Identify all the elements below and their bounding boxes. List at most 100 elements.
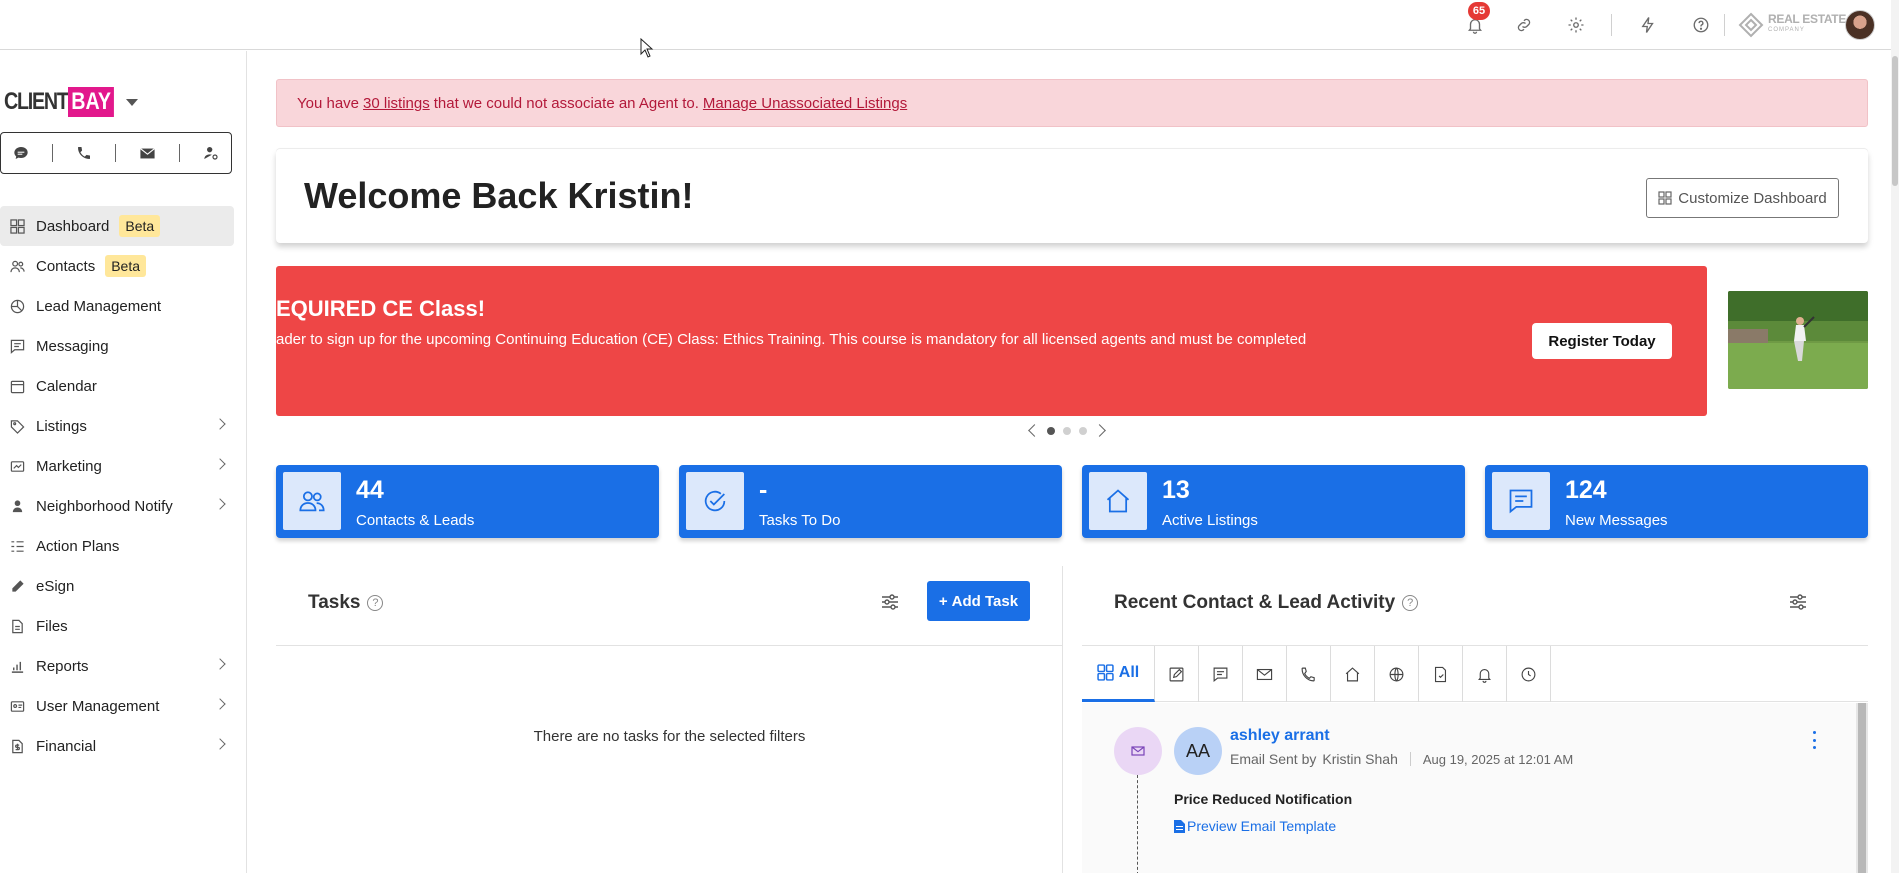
sidebar-item-lead-management[interactable]: Lead Management (0, 286, 234, 326)
sidebar-item-label: Marketing (36, 457, 102, 475)
next-slide-thumbnail[interactable] (1728, 291, 1868, 389)
plus-icon: + (938, 592, 948, 610)
sidebar-item-label: Action Plans (36, 537, 120, 555)
stat-card-listings[interactable]: 13 Active Listings (1082, 465, 1465, 538)
chevron-right-icon[interactable] (214, 498, 226, 510)
check-circle-icon (686, 472, 744, 530)
chevron-right-icon[interactable] (214, 698, 226, 710)
client-bay-logo[interactable]: CLIENT BAY (4, 87, 138, 117)
carousel-dot[interactable] (1047, 426, 1055, 435)
grid-icon (1097, 664, 1114, 681)
tab-emails[interactable] (1243, 646, 1287, 702)
id-card-icon (10, 701, 25, 712)
tab-web[interactable] (1375, 646, 1419, 702)
activity-date: Aug 19, 2025 at 12:01 AM (1422, 751, 1574, 767)
tab-texts[interactable] (1199, 646, 1243, 702)
carousel-dot[interactable] (1079, 426, 1087, 435)
carousel-dot[interactable] (1063, 426, 1071, 435)
tab-notes[interactable] (1155, 646, 1199, 702)
tab-documents[interactable] (1419, 646, 1463, 702)
sidebar-item-neighborhood-notify[interactable]: Neighborhood Notify (0, 486, 234, 526)
preview-email-template-link[interactable]: Preview Email Template (1174, 818, 1336, 834)
sidebar-item-financial[interactable]: Financial (0, 726, 234, 766)
pie-icon (10, 299, 25, 314)
feed-scrollbar[interactable] (1856, 703, 1868, 873)
sidebar-item-contacts[interactable]: Contacts Beta (0, 246, 234, 286)
sidebar-item-reports[interactable]: Reports (0, 646, 234, 686)
sidebar-item-label: Calendar (36, 377, 97, 395)
sidebar-item-files[interactable]: Files (0, 606, 234, 646)
settings-gear-icon[interactable] (1563, 12, 1589, 38)
contact-name-link[interactable]: ashley arrant (1230, 727, 1330, 745)
document-icon (1174, 819, 1185, 833)
alert-middle: that we could not associate an Agent to. (433, 94, 699, 112)
filter-sliders-icon[interactable] (1788, 592, 1808, 612)
welcome-card: Welcome Back Kristin! Customize Dashboar… (276, 149, 1868, 243)
chevron-right-icon[interactable] (214, 658, 226, 670)
sidebar-item-esign[interactable]: eSign (0, 566, 234, 606)
manage-unassociated-link[interactable]: Manage Unassociated Listings (703, 95, 907, 112)
help-icon[interactable]: ? (367, 595, 384, 611)
tab-calls[interactable] (1287, 646, 1331, 702)
chevron-right-icon[interactable] (214, 418, 226, 430)
chevron-left-icon[interactable] (1028, 424, 1041, 437)
sidebar-item-user-management[interactable]: User Management (0, 686, 234, 726)
tab-listings[interactable] (1331, 646, 1375, 702)
calendar-icon (10, 380, 25, 394)
page-scrollbar[interactable] (1891, 0, 1899, 873)
stat-card-messages[interactable]: 124 New Messages (1485, 465, 1868, 538)
home-icon (1089, 472, 1147, 530)
sidebar-item-calendar[interactable]: Calendar (0, 366, 234, 406)
activity-filter-tabs: All (1082, 646, 1868, 702)
mail-icon[interactable] (139, 144, 157, 162)
bar-chart-icon (11, 661, 24, 673)
sidebar-item-listings[interactable]: Listings (0, 406, 234, 446)
sidebar-item-marketing[interactable]: Marketing (0, 446, 234, 486)
email-subject: Price Reduced Notification (1174, 791, 1353, 807)
toolbar-divider (1611, 14, 1612, 36)
register-today-button[interactable]: Register Today (1532, 323, 1672, 359)
customize-label: Customize Dashboard (1678, 189, 1827, 207)
filter-sliders-icon[interactable] (880, 592, 900, 612)
stat-card-tasks[interactable]: - Tasks To Do (679, 465, 1062, 538)
divider (178, 144, 180, 162)
sidebar-item-label: Reports (36, 657, 89, 675)
tasks-title: Tasks ? (308, 592, 384, 614)
stat-value: - (759, 476, 768, 504)
preview-label: Preview Email Template (1187, 818, 1337, 834)
tab-alerts[interactable] (1463, 646, 1507, 702)
tab-all[interactable]: All (1082, 646, 1155, 702)
stat-card-contacts[interactable]: 44 Contacts & Leads (276, 465, 659, 538)
sidebar-item-label: Neighborhood Notify (36, 497, 173, 515)
more-options-icon[interactable] (1811, 731, 1817, 749)
add-task-button[interactable]: + Add Task (927, 581, 1030, 621)
chevron-right-icon[interactable] (1093, 424, 1106, 437)
chat-icon[interactable] (12, 144, 30, 162)
email-type-icon (1114, 727, 1162, 775)
sidebar-item-messaging[interactable]: Messaging (0, 326, 234, 366)
stat-value: 13 (1162, 476, 1190, 504)
divider (115, 144, 117, 162)
bell-icon (1478, 668, 1491, 683)
page-scrollbar-thumb[interactable] (1892, 56, 1898, 186)
help-icon[interactable] (1688, 12, 1714, 38)
link-icon[interactable] (1511, 12, 1537, 38)
user-avatar[interactable] (1845, 10, 1875, 40)
help-icon[interactable]: ? (1402, 595, 1419, 611)
avatar[interactable]: AA (1174, 727, 1222, 775)
lightning-icon[interactable] (1635, 12, 1661, 38)
customize-dashboard-button[interactable]: Customize Dashboard (1646, 178, 1839, 218)
chevron-right-icon[interactable] (214, 458, 226, 470)
quick-actions-bar (0, 132, 232, 174)
tab-history[interactable] (1507, 646, 1551, 702)
chevron-down-icon[interactable] (126, 99, 138, 106)
sidebar-item-action-plans[interactable]: Action Plans (0, 526, 234, 566)
tasks-title-text: Tasks (308, 592, 361, 613)
sidebar-item-dashboard[interactable]: Dashboard Beta (0, 206, 234, 246)
listings-count-link[interactable]: 30 listings (363, 95, 430, 112)
mouse-cursor-icon (640, 38, 654, 58)
chevron-right-icon[interactable] (214, 738, 226, 750)
contact-icon[interactable] (202, 144, 220, 162)
phone-icon[interactable] (75, 144, 93, 162)
add-task-label: Add Task (951, 592, 1019, 610)
